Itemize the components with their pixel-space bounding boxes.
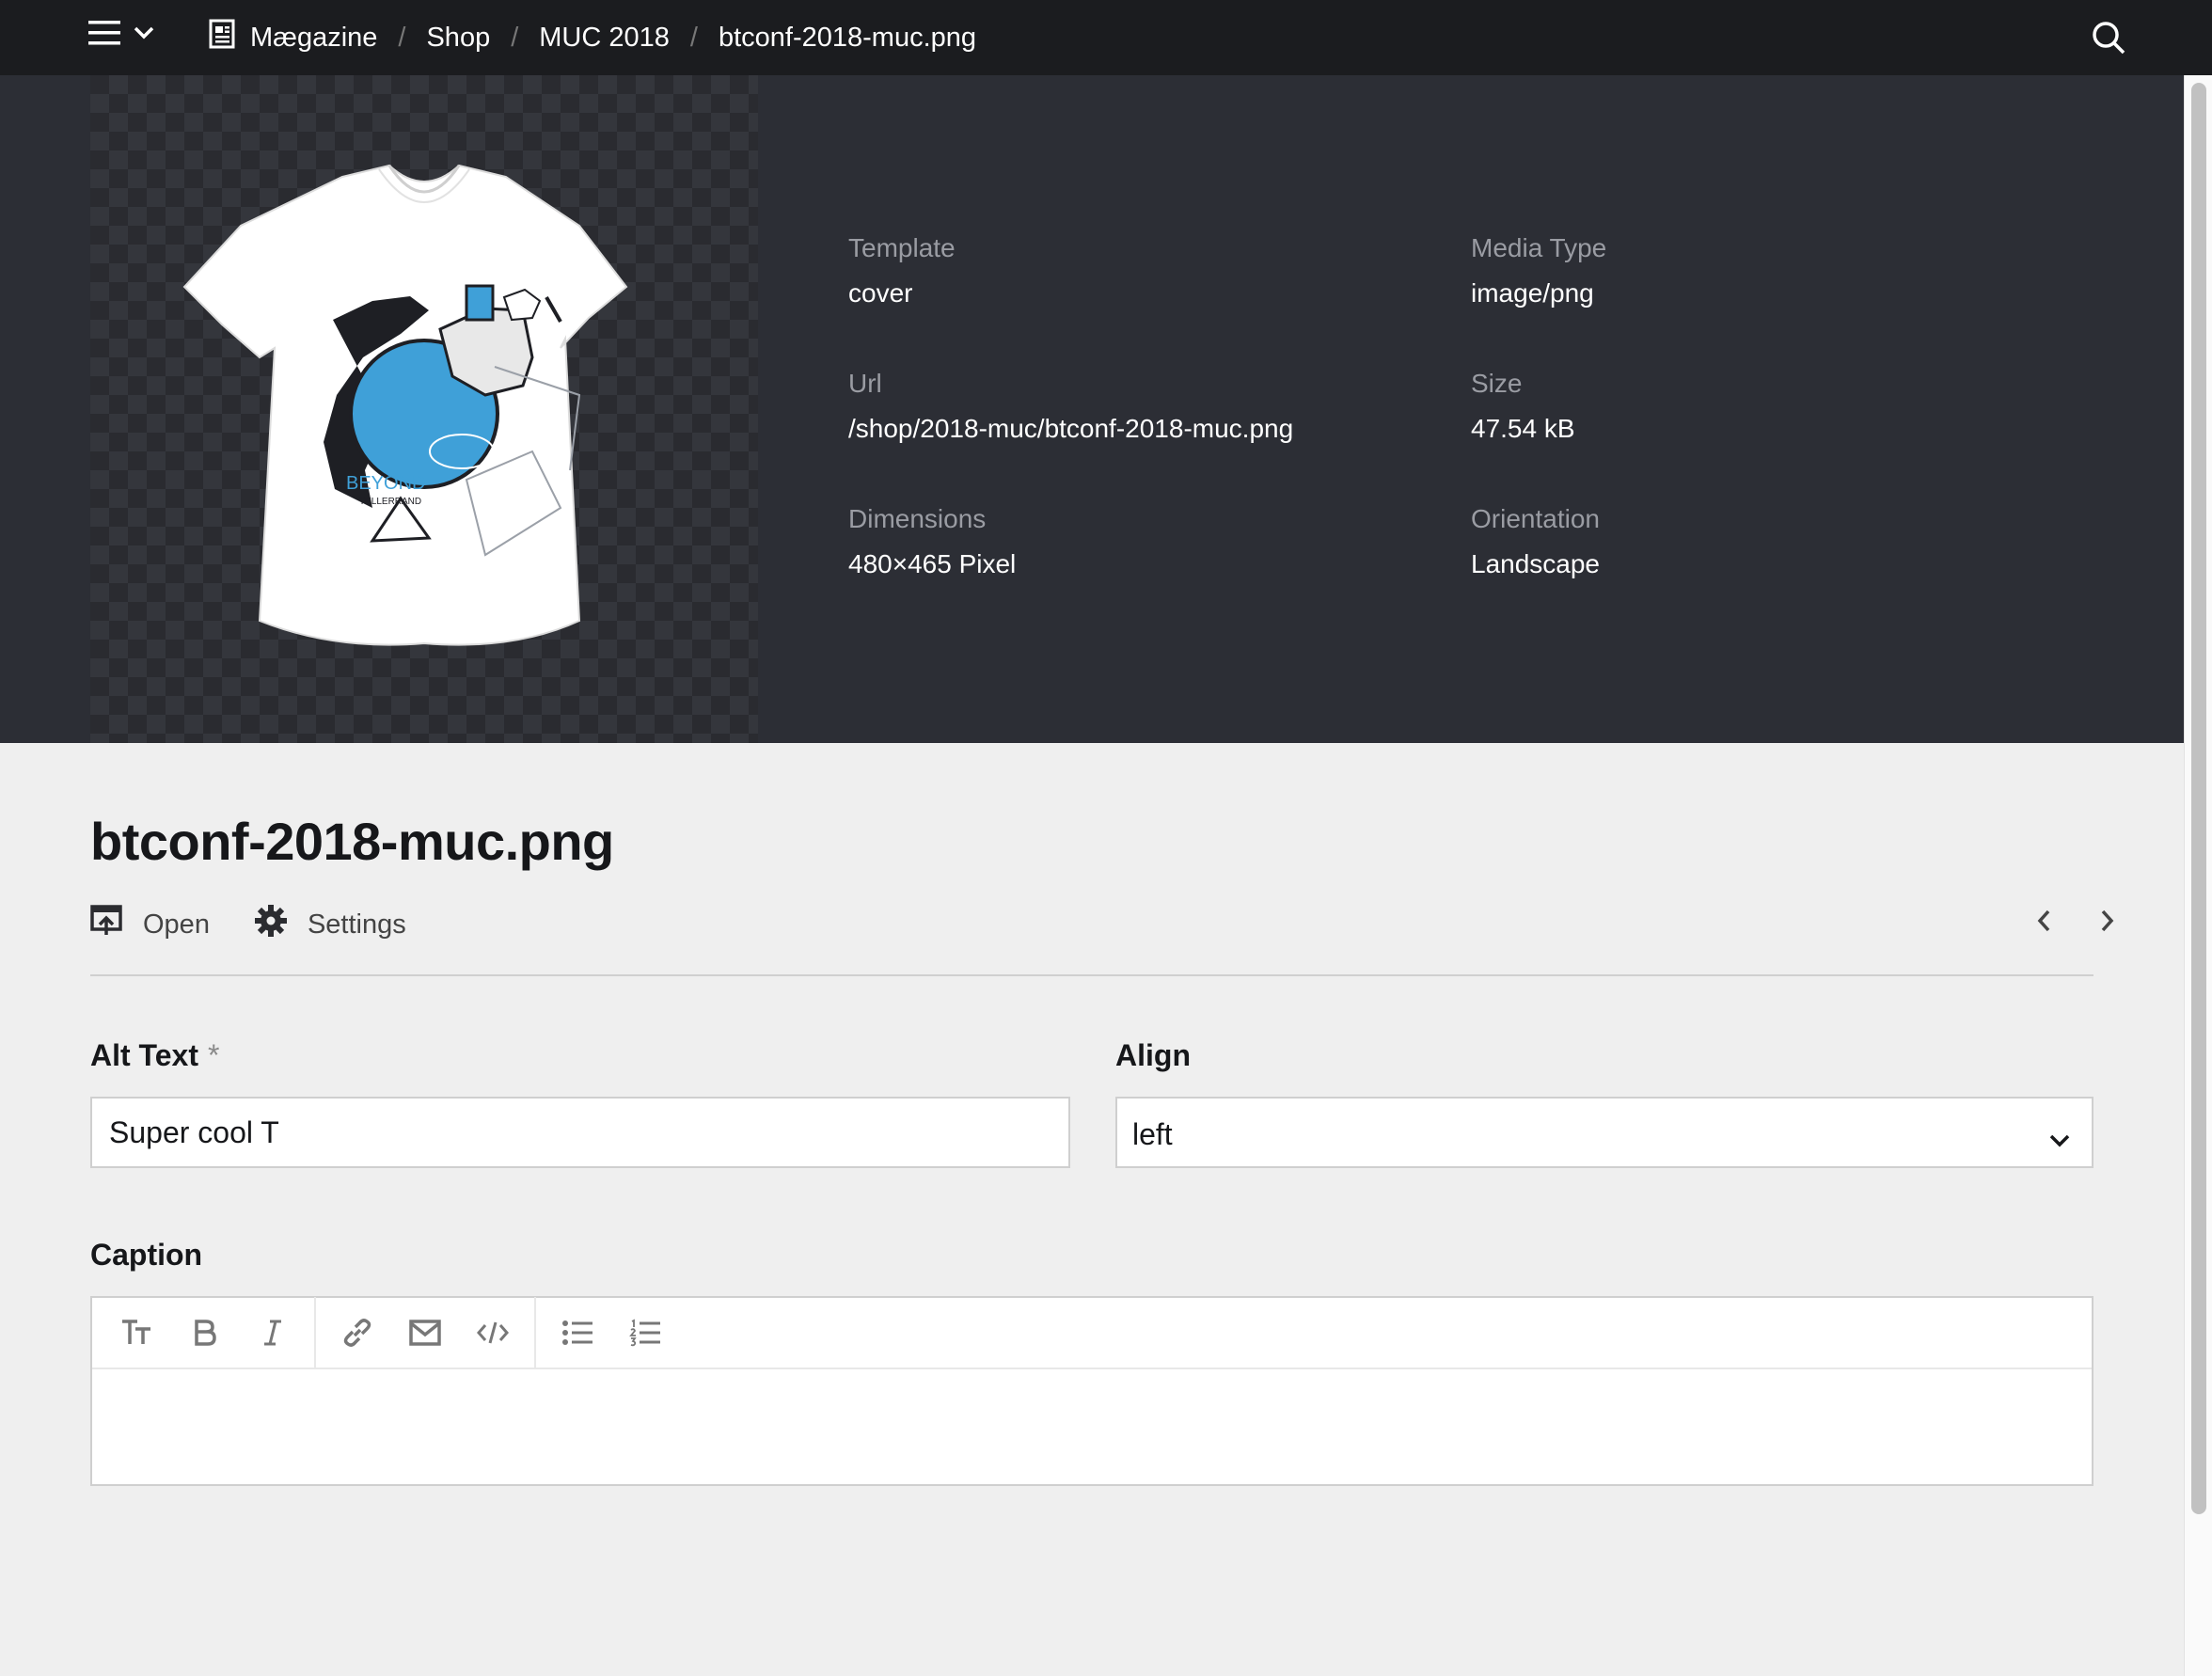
align-label: Align <box>1115 1038 1191 1072</box>
email-button[interactable] <box>391 1297 459 1368</box>
meta-template: Template cover <box>848 235 956 307</box>
italic-icon <box>264 1320 281 1346</box>
meta-label: Url <box>848 369 882 398</box>
code-icon <box>477 1321 509 1344</box>
meta-value: image/png <box>1471 278 1594 308</box>
bullet-list-icon <box>562 1320 592 1345</box>
breadcrumb-separator: / <box>511 22 519 53</box>
required-marker: * <box>207 1038 220 1072</box>
align-select-value: left <box>1132 1117 1173 1151</box>
meta-dimensions: Dimensions 480×465 Pixel <box>848 506 1016 577</box>
meta-value: 47.54 kB <box>1471 414 1575 443</box>
scrollbar-thumb[interactable] <box>2191 83 2206 1514</box>
meta-value: Landscape <box>1471 549 1601 578</box>
bullet-list-button[interactable] <box>544 1297 611 1368</box>
bold-icon <box>195 1320 216 1346</box>
chevron-down-icon <box>134 26 154 44</box>
previous-file-button[interactable] <box>2035 909 2052 938</box>
topbar: Mægazine / Shop / MUC 2018 / btconf-2018… <box>0 0 2212 75</box>
editor-toolbar <box>92 1297 2092 1369</box>
file-actions: Open Settings <box>90 905 451 944</box>
menu-button[interactable] <box>88 19 154 52</box>
italic-button[interactable] <box>239 1297 307 1368</box>
next-file-button[interactable] <box>2099 909 2116 938</box>
toolbar-group-format <box>96 1297 316 1368</box>
toolbar-group-lists <box>536 1297 687 1368</box>
breadcrumb-item-magazine[interactable]: Mægazine <box>209 19 377 56</box>
meta-label: Template <box>848 233 956 262</box>
breadcrumb-separator: / <box>398 22 406 53</box>
link-button[interactable] <box>324 1297 391 1368</box>
open-label: Open <box>143 909 210 940</box>
toolbar-group-links <box>316 1297 536 1368</box>
meta-value: cover <box>848 278 913 308</box>
breadcrumb-label: Mægazine <box>250 22 378 53</box>
meta-size: Size 47.54 kB <box>1471 371 1575 442</box>
page-title: btconf-2018-muc.png <box>90 812 614 871</box>
headings-icon <box>122 1320 150 1344</box>
meta-label: Size <box>1471 369 1523 398</box>
open-icon <box>90 905 122 944</box>
headings-button[interactable] <box>103 1297 171 1368</box>
ordered-list-button[interactable] <box>611 1297 679 1368</box>
link-icon <box>343 1319 371 1347</box>
breadcrumb-item-muc-2018[interactable]: MUC 2018 <box>539 23 670 54</box>
caption-editor <box>90 1296 2094 1486</box>
divider <box>90 974 2094 976</box>
caption-editor-body[interactable] <box>92 1371 2092 1484</box>
ordered-list-icon <box>629 1319 660 1347</box>
bold-button[interactable] <box>171 1297 239 1368</box>
meta-value[interactable]: /shop/2018-muc/btconf-2018-muc.png <box>848 416 1293 442</box>
print-text-beyond: BEYOND <box>346 473 425 494</box>
alt-text-label: Alt Text * <box>90 1038 219 1073</box>
chevron-down-icon <box>2048 1121 2071 1156</box>
document-icon <box>209 19 235 56</box>
print-text-tellerrand: TELLERRAND <box>359 497 421 507</box>
breadcrumb: Mægazine / Shop / MUC 2018 / btconf-2018… <box>209 0 976 75</box>
chevron-left-icon <box>2037 909 2050 932</box>
chevron-right-icon <box>2101 909 2114 932</box>
alt-text-label-text: Alt Text <box>90 1038 198 1072</box>
email-icon <box>409 1320 441 1346</box>
settings-label: Settings <box>307 909 406 940</box>
meta-label: Media Type <box>1471 233 1607 262</box>
search-button[interactable] <box>2090 19 2127 61</box>
breadcrumb-separator: / <box>689 22 698 53</box>
image-preview[interactable]: BEYOND TELLERRAND <box>90 75 758 743</box>
settings-button[interactable]: Settings <box>254 905 406 944</box>
breadcrumb-item-shop[interactable]: Shop <box>426 23 490 54</box>
tshirt-image: BEYOND TELLERRAND <box>182 164 628 646</box>
gear-icon <box>254 905 287 944</box>
caption-label: Caption <box>90 1238 203 1272</box>
file-pager <box>2035 909 2116 938</box>
meta-label: Dimensions <box>848 504 987 533</box>
meta-label: Orientation <box>1471 504 1600 533</box>
meta-media-type: Media Type image/png <box>1471 235 1606 307</box>
breadcrumb-item-file[interactable]: btconf-2018-muc.png <box>719 23 976 54</box>
alt-text-input[interactable] <box>90 1097 1070 1168</box>
file-preview-header: BEYOND TELLERRAND Template cover Media T… <box>0 75 2184 743</box>
meta-orientation: Orientation Landscape <box>1471 506 1600 577</box>
align-select[interactable]: left <box>1115 1097 2094 1168</box>
meta-url: Url /shop/2018-muc/btconf-2018-muc.png <box>848 371 1293 442</box>
menu-icon <box>88 19 120 52</box>
code-button[interactable] <box>459 1297 527 1368</box>
search-icon <box>2090 22 2127 60</box>
meta-value: 480×465 Pixel <box>848 549 1017 578</box>
open-button[interactable]: Open <box>90 905 210 944</box>
